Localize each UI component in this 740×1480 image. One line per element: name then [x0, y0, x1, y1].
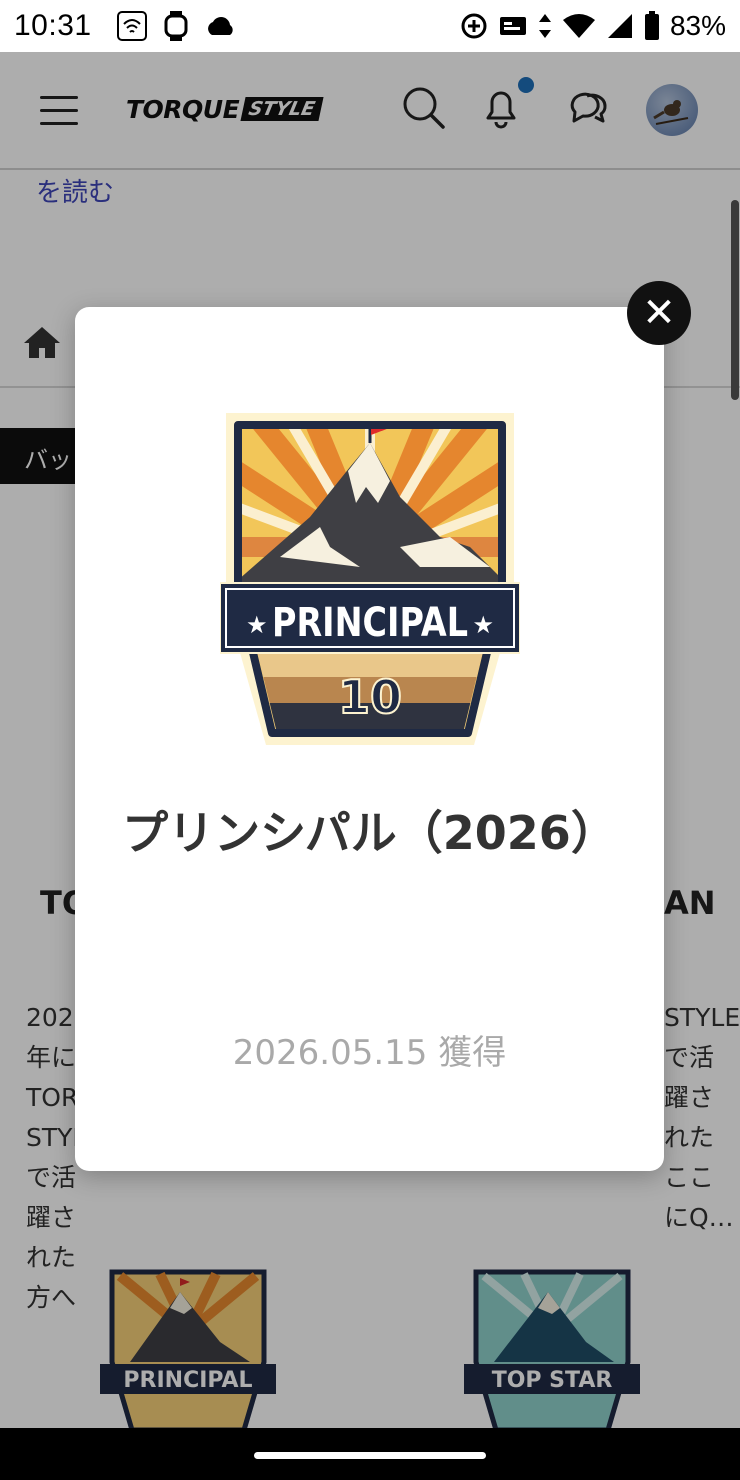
- close-button[interactable]: ✕: [627, 281, 691, 345]
- star-right-icon: ★: [472, 611, 494, 639]
- badge-acquired-date: 2026.05.15 獲得: [232, 1033, 507, 1073]
- wifi-calling-icon: [116, 11, 147, 41]
- data-arrows-icon: [538, 14, 551, 38]
- badge-number: 10: [338, 670, 402, 724]
- wifi-icon: [562, 14, 595, 38]
- star-left-icon: ★: [246, 611, 268, 639]
- cloud-icon: [207, 17, 233, 35]
- watch-icon: [164, 11, 188, 41]
- signal-icon: [607, 14, 632, 38]
- status-bar: 10:31 83%: [0, 0, 740, 52]
- battery-percent: 83%: [669, 10, 726, 41]
- status-time: 10:31: [14, 9, 92, 42]
- badge-detail-modal: ★ ★ PRINCIPAL 10 プリンシパル（2026） 2026.05.15…: [75, 307, 664, 1171]
- close-icon: ✕: [642, 290, 676, 336]
- badge-banner-text: PRINCIPAL: [272, 600, 468, 646]
- badge-title: プリンシパル（2026）: [122, 806, 617, 860]
- battery-icon: [644, 11, 659, 40]
- data-saver-icon: [461, 13, 487, 39]
- principal-badge-image: ★ ★ PRINCIPAL 10: [220, 413, 520, 745]
- sim-icon: [499, 17, 526, 35]
- home-gesture-handle[interactable]: [254, 1452, 486, 1459]
- system-nav-bar: [0, 1428, 740, 1480]
